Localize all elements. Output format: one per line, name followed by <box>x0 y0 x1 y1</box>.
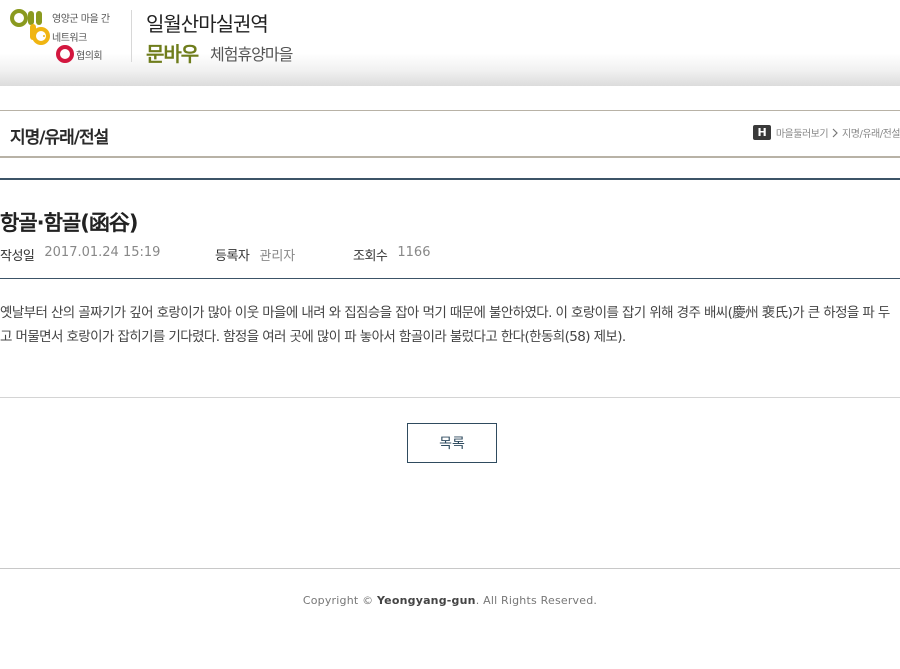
breadcrumb-item-village-tour[interactable]: 마을둘러보기 <box>776 125 829 140</box>
copyright-prefix: Copyright © <box>302 594 374 607</box>
meta-views: 조회수 1166 <box>353 245 430 264</box>
copyright-suffix: . All Rights Reserved. <box>475 594 598 607</box>
article-body: 옛날부터 산의 골짜기가 깊어 호랑이가 많아 이웃 마을에 내려 와 집짐승을… <box>0 305 890 345</box>
list-button[interactable]: 목록 <box>407 423 497 463</box>
logo-divider <box>131 10 132 62</box>
footer-divider <box>0 568 900 569</box>
home-icon[interactable]: H <box>752 125 771 140</box>
views-value: 1166 <box>397 245 431 260</box>
article-title: 항골·함골(函谷) <box>0 211 138 235</box>
meta-divider <box>0 278 900 279</box>
breadcrumb-item-current[interactable]: 지명/유래/전설 <box>842 125 900 140</box>
content-divider <box>0 397 900 398</box>
article-top-divider <box>0 178 900 180</box>
page-title: 지명/유래/전설 <box>10 128 109 148</box>
date-label: 작성일 <box>0 249 35 264</box>
copyright-name: Yeongyang-gun <box>377 594 476 607</box>
site-title-link[interactable]: 일월산마실권역 <box>146 8 269 37</box>
breadcrumb: H 마을둘러보기 지명/유래/전설 <box>752 125 900 140</box>
meta-author: 등록자 관리자 <box>215 245 353 264</box>
chevron-right-icon <box>832 128 838 137</box>
page-title-bar: 지명/유래/전설 H 마을둘러보기 지명/유래/전설 <box>0 110 900 158</box>
author-value: 관리자 <box>259 249 296 264</box>
date-value: 2017.01.24 15:19 <box>44 245 161 260</box>
brand-subtitle: 체험휴양마을 <box>210 45 293 64</box>
author-label: 등록자 <box>215 249 250 264</box>
site-header: 영양군 마을 간 네트워크 협의회 일월산마실권역 문바우 체험휴양마을 <box>0 0 900 86</box>
logo-text-line2: 네트워크 <box>52 33 87 44</box>
brand-name[interactable]: 문바우 <box>146 38 199 67</box>
footer-copyright: Copyright © Yeongyang-gun. All Rights Re… <box>0 594 900 607</box>
article-meta: 작성일 2017.01.24 15:19 등록자 관리자 조회수 1166 <box>0 245 430 264</box>
logo-text-line1: 영양군 마을 간 <box>52 14 110 25</box>
views-label: 조회수 <box>353 249 388 264</box>
logo-text-line3: 협의회 <box>76 51 103 62</box>
meta-date: 작성일 2017.01.24 15:19 <box>0 245 215 264</box>
